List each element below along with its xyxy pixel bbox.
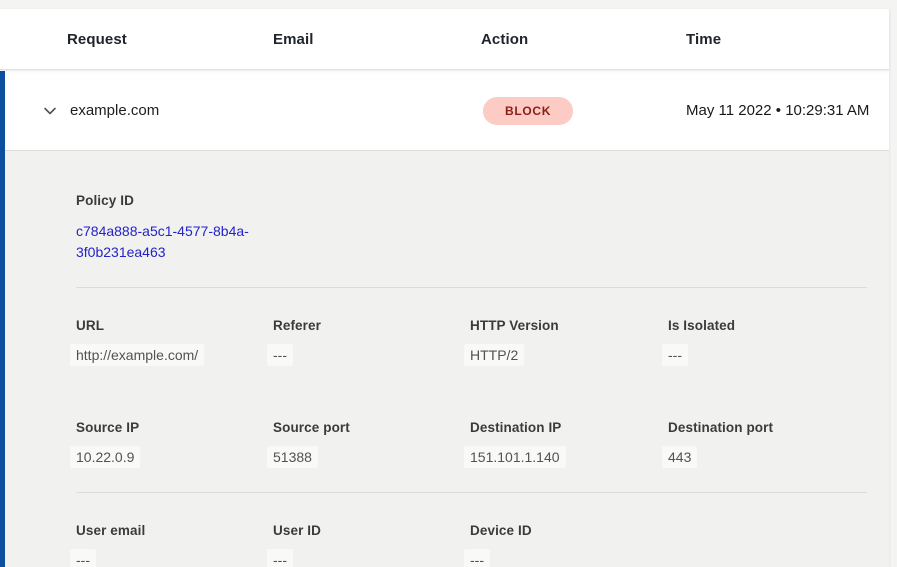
time-cell: May 11 2022 • 10:29:31 AM — [686, 99, 886, 122]
field-label: Device ID — [470, 523, 668, 538]
field-source-port: Source port 51388 — [273, 420, 470, 468]
field-value: 51388 — [267, 446, 318, 468]
field-value: http://example.com/ — [70, 344, 204, 366]
field-value: --- — [70, 549, 96, 567]
policy-id-label: Policy ID — [76, 193, 867, 208]
table-header-row: Request Email Action Time — [0, 9, 889, 69]
field-value: 443 — [662, 446, 697, 468]
field-label: Source IP — [76, 420, 273, 435]
field-user-id: User ID --- — [273, 523, 470, 567]
field-destination-ip: Destination IP 151.101.1.140 — [470, 420, 668, 468]
detail-row-http: URL http://example.com/ Referer --- HTTP… — [76, 288, 867, 390]
column-header-email: Email — [273, 31, 481, 48]
column-header-request: Request — [67, 31, 273, 48]
field-label: User email — [76, 523, 273, 538]
field-is-isolated: Is Isolated --- — [668, 318, 867, 366]
detail-row-network: Source IP 10.22.0.9 Source port 51388 De… — [76, 390, 867, 492]
field-label: Referer — [273, 318, 470, 333]
policy-id-link[interactable]: c784a888-a5c1-4577-8b4a-3f0b231ea463 — [76, 221, 276, 263]
field-empty — [668, 523, 867, 567]
field-value: 10.22.0.9 — [70, 446, 140, 468]
field-label: Source port — [273, 420, 470, 435]
field-value: --- — [662, 344, 688, 366]
field-destination-port: Destination port 443 — [668, 420, 867, 468]
field-label: URL — [76, 318, 273, 333]
status-badge-block: BLOCK — [483, 97, 573, 125]
field-label: Is Isolated — [668, 318, 867, 333]
field-device-id: Device ID --- — [470, 523, 668, 567]
field-source-ip: Source IP 10.22.0.9 — [76, 420, 273, 468]
field-value: HTTP/2 — [464, 344, 524, 366]
field-user-email: User email --- — [76, 523, 273, 567]
policy-id-section: Policy ID c784a888-a5c1-4577-8b4a-3f0b23… — [76, 193, 867, 263]
request-cell: example.com — [67, 102, 273, 119]
field-referer: Referer --- — [273, 318, 470, 366]
field-value: 151.101.1.140 — [464, 446, 566, 468]
field-url: URL http://example.com/ — [76, 318, 273, 366]
log-detail-page: Request Email Action Time example.com BL… — [0, 0, 897, 567]
chevron-down-icon[interactable] — [42, 103, 58, 119]
action-cell: BLOCK — [481, 97, 686, 125]
column-header-time: Time — [686, 31, 889, 48]
field-value: --- — [464, 549, 490, 567]
detail-row-user: User email --- User ID --- Device ID --- — [76, 493, 867, 567]
field-value: --- — [267, 549, 293, 567]
field-label: User ID — [273, 523, 470, 538]
field-label: Destination IP — [470, 420, 668, 435]
field-http-version: HTTP Version HTTP/2 — [470, 318, 668, 366]
field-value: --- — [267, 344, 293, 366]
field-label: HTTP Version — [470, 318, 668, 333]
column-header-action: Action — [481, 31, 686, 48]
logs-table: Request Email Action Time example.com BL… — [0, 9, 889, 567]
log-details-panel: Policy ID c784a888-a5c1-4577-8b4a-3f0b23… — [5, 150, 889, 567]
field-label: Destination port — [668, 420, 867, 435]
table-row[interactable]: example.com BLOCK May 11 2022 • 10:29:31… — [5, 71, 889, 150]
expanded-log-entry: example.com BLOCK May 11 2022 • 10:29:31… — [0, 71, 889, 567]
